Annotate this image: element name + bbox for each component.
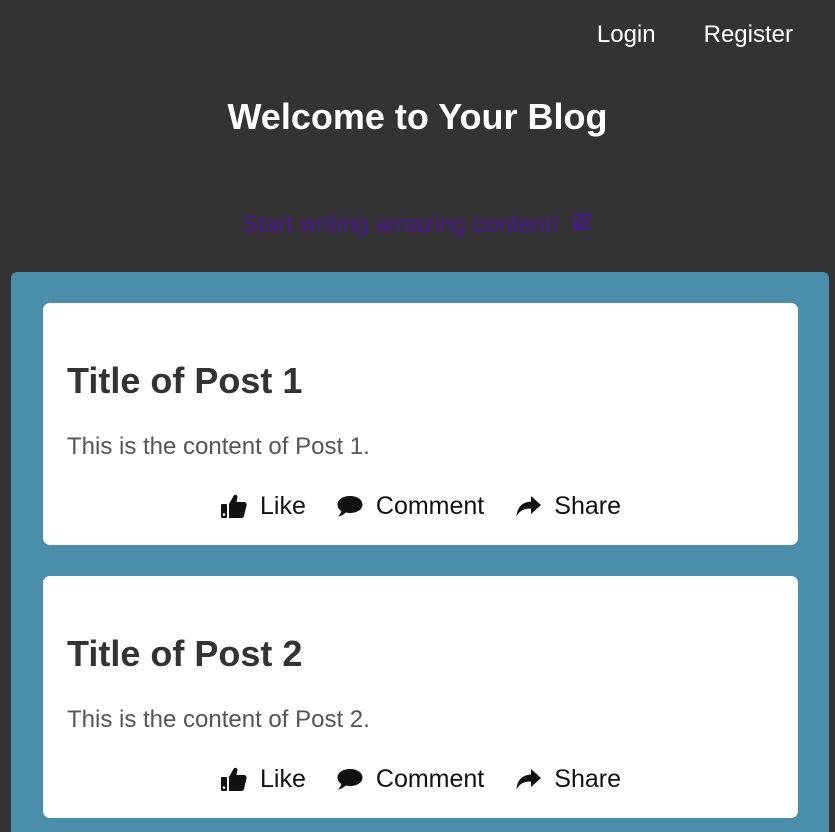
post-card: Title of Post 2 This is the content of P…: [43, 576, 798, 818]
thumbs-up-icon: [220, 493, 248, 519]
comment-icon: [336, 494, 364, 518]
post-content: This is the content of Post 1.: [67, 433, 370, 460]
like-label: Like: [260, 765, 306, 793]
post-card: Title of Post 1 This is the content of P…: [43, 303, 798, 545]
thumbs-up-icon: [220, 766, 248, 792]
comment-button[interactable]: Comment: [336, 762, 484, 796]
share-button[interactable]: Share: [514, 489, 621, 523]
post-title: Title of Post 2: [67, 633, 303, 674]
share-label: Share: [554, 492, 621, 520]
comment-button[interactable]: Comment: [336, 489, 484, 523]
posts-panel: Title of Post 1 This is the content of P…: [11, 272, 829, 832]
like-button[interactable]: Like: [220, 762, 306, 796]
like-label: Like: [260, 492, 306, 520]
comment-label: Comment: [375, 765, 485, 793]
blog-page: Login Register Welcome to Your Blog Star…: [0, 0, 835, 832]
post-actions: Like Comment Share: [43, 489, 798, 523]
like-button[interactable]: Like: [220, 489, 306, 523]
share-icon: [514, 494, 542, 518]
share-button[interactable]: Share: [514, 762, 621, 796]
post-title: Title of Post 1: [67, 360, 303, 401]
share-label: Share: [554, 765, 621, 793]
top-nav: Login Register: [597, 18, 793, 52]
share-icon: [514, 767, 542, 791]
post-actions: Like Comment Share: [43, 762, 798, 796]
edit-icon: [569, 210, 593, 244]
register-link[interactable]: Register: [704, 18, 793, 52]
tagline-link[interactable]: Start writing amazing content!: [0, 208, 835, 244]
tagline-text: Start writing amazing content!: [242, 211, 559, 238]
comment-icon: [336, 767, 364, 791]
login-link[interactable]: Login: [597, 18, 656, 52]
page-title: Welcome to Your Blog: [227, 96, 608, 137]
comment-label: Comment: [375, 492, 485, 520]
post-content: This is the content of Post 2.: [67, 706, 370, 733]
